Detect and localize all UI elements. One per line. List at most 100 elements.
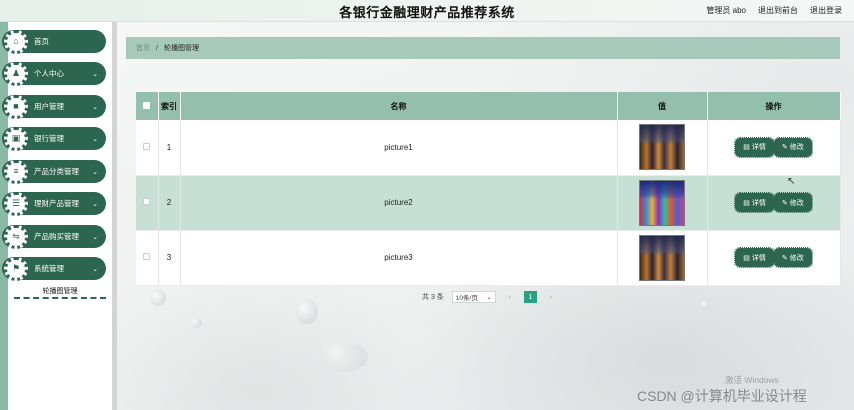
row-select-cell (136, 120, 159, 175)
admin-user-link[interactable]: 管理员 abo (706, 5, 746, 16)
chevron-down-icon: ⌄ (92, 233, 98, 241)
bank-icon: ▣ (4, 126, 28, 151)
flag-icon: ⚑ (4, 256, 28, 281)
chevron-down-icon: ⌄ (486, 294, 492, 301)
chevron-down-icon: ⌄ (92, 103, 98, 111)
row-checkbox[interactable] (143, 253, 151, 260)
column-header-value[interactable]: 值 (617, 92, 708, 120)
row-value-cell (617, 230, 708, 285)
mouse-cursor-icon: ↖ (787, 176, 796, 187)
row-checkbox[interactable] (143, 198, 151, 205)
column-header-name[interactable]: 名称 (180, 92, 618, 120)
document-icon: ▤ (743, 254, 750, 262)
pagination: 共 3 条 10条/页 ⌄ ‹ 1 › (422, 291, 557, 303)
sidebar-item[interactable]: ♟ 个人中心 ⌄ (2, 61, 106, 86)
breadcrumb: 首页 / 轮播图管理 (126, 37, 840, 59)
row-checkbox[interactable] (143, 142, 151, 150)
row-thumbnail-image[interactable] (639, 179, 685, 226)
chevron-down-icon: ⌄ (92, 265, 98, 273)
edit-button[interactable]: ✎ 修改 (772, 247, 813, 268)
sidebar-item[interactable]: ■ 用户管理 ⌄ (2, 94, 106, 119)
table-row[interactable]: 1 picture1 ▤ 详情 ✎ 修改 (136, 120, 841, 175)
category-icon: ≡ (4, 159, 28, 184)
sidebar-item[interactable]: ⚑ 系统管理 ⌄ (2, 256, 106, 281)
detail-button-label: 详情 (751, 199, 766, 207)
person-icon: ♟ (4, 61, 28, 86)
pencil-icon: ✎ (781, 144, 788, 152)
column-header-index[interactable]: 索引 (158, 92, 181, 120)
chevron-down-icon: ⌄ (92, 70, 98, 78)
table-row[interactable]: 3 picture3 ▤ 详情 ✎ 修改 (136, 230, 841, 285)
water-drop (150, 290, 166, 306)
row-thumbnail-image[interactable] (639, 124, 685, 171)
chevron-down-icon: ⌄ (92, 200, 98, 208)
page-number-button[interactable]: 1 (523, 291, 537, 303)
edit-button-label: 修改 (789, 254, 804, 262)
product-icon: ☰ (4, 191, 28, 216)
row-thumbnail-image[interactable] (639, 234, 685, 281)
data-table: 索引 名称 值 操作 1 picture1 ▤ 详情 ✎ 修改 2 picture2 ▤ 详情 ✎ 修… (136, 92, 841, 286)
row-index: 1 (158, 120, 181, 175)
edit-button-label: 修改 (789, 144, 804, 152)
detail-button[interactable]: ▤ 详情 (734, 192, 775, 213)
sidebar-item[interactable]: ⇋ 产品购买管理 ⌄ (2, 224, 106, 249)
row-select-cell (136, 230, 159, 285)
logout-link[interactable]: 退出登录 (810, 5, 842, 16)
breadcrumb-current: 轮播图管理 (163, 45, 199, 52)
row-value-cell (617, 120, 708, 175)
select-all-checkbox[interactable] (143, 101, 151, 109)
submenu-item-carousel[interactable]: 轮播图管理 (14, 285, 106, 299)
sidebar-item-label: 理财产品管理 (34, 199, 79, 208)
sidebar-item-label: 银行管理 (34, 134, 64, 143)
windows-activation-watermark: 激活 Windows (725, 375, 779, 385)
data-table-container: 索引 名称 值 操作 1 picture1 ▤ 详情 ✎ 修改 2 picture2 ▤ 详情 ✎ 修… (136, 92, 841, 286)
sidebar-item-label: 产品分类管理 (34, 167, 79, 176)
table-row[interactable]: 2 picture2 ▤ 详情 ✎ 修改 (136, 175, 841, 230)
detail-button-label: 详情 (751, 254, 766, 262)
select-all-cell (136, 92, 159, 120)
row-actions: ▤ 详情 ✎ 修改 (707, 120, 841, 175)
edit-button-label: 修改 (789, 199, 804, 207)
row-index: 3 (158, 230, 181, 285)
water-drop (296, 300, 318, 324)
pagination-total: 共 3 条 (422, 294, 444, 301)
row-index: 2 (158, 175, 181, 230)
sidebar-item-label: 个人中心 (34, 69, 64, 78)
sidebar-item-label: 首页 (34, 37, 49, 46)
top-bar: 各银行金融理财产品推荐系统 管理员 abo 退出到前台 退出登录 (0, 0, 854, 22)
pencil-icon: ✎ (781, 254, 788, 262)
row-actions: ▤ 详情 ✎ 修改 (707, 230, 841, 285)
breadcrumb-home[interactable]: 首页 (136, 43, 150, 53)
document-icon: ▤ (743, 144, 750, 152)
water-drop (700, 300, 710, 310)
sidebar: ⌂ 首页 ♟ 个人中心 ⌄ ■ 用户管理 ⌄ ▣ 银行管理 ⌄ ≡ 产品分类管理 ⌄ ☰ 理财产品管理 ⌄ ⇋ 产品… (2, 22, 117, 410)
pencil-icon: ✎ (781, 199, 788, 207)
sidebar-item-label: 用户管理 (34, 102, 64, 111)
row-name: picture1 (180, 120, 618, 175)
sidebar-item-label: 系统管理 (34, 264, 64, 273)
water-drop (318, 342, 368, 372)
detail-button[interactable]: ▤ 详情 (734, 247, 775, 268)
sidebar-item[interactable]: ≡ 产品分类管理 ⌄ (2, 159, 106, 184)
chevron-down-icon: ⌄ (92, 168, 98, 176)
exit-to-frontend-link[interactable]: 退出到前台 (758, 5, 798, 16)
chevron-down-icon: ⌄ (92, 135, 98, 143)
row-name: picture3 (180, 230, 618, 285)
sidebar-item[interactable]: ▣ 银行管理 ⌄ (2, 126, 106, 151)
sidebar-item[interactable]: ⌂ 首页 (2, 29, 106, 54)
next-page-button[interactable]: › (545, 291, 557, 303)
sidebar-item[interactable]: ☰ 理财产品管理 ⌄ (2, 191, 106, 216)
breadcrumb-separator: / (156, 44, 158, 52)
detail-button-label: 详情 (751, 144, 766, 152)
prev-page-button[interactable]: ‹ (504, 291, 516, 303)
purchase-icon: ⇋ (4, 224, 28, 249)
column-header-actions: 操作 (707, 92, 841, 120)
page-size-select[interactable]: 10条/页 ⌄ (451, 291, 496, 303)
detail-button[interactable]: ▤ 详情 (734, 136, 775, 158)
water-drop (190, 318, 202, 328)
edit-button[interactable]: ✎ 修改 (772, 136, 813, 158)
home-icon: ⌂ (4, 29, 28, 54)
csdn-watermark: CSDN @计算机毕业设计程 (637, 388, 807, 404)
edit-button[interactable]: ✎ 修改 (772, 192, 813, 213)
table-header-row: 索引 名称 值 操作 (136, 92, 841, 120)
